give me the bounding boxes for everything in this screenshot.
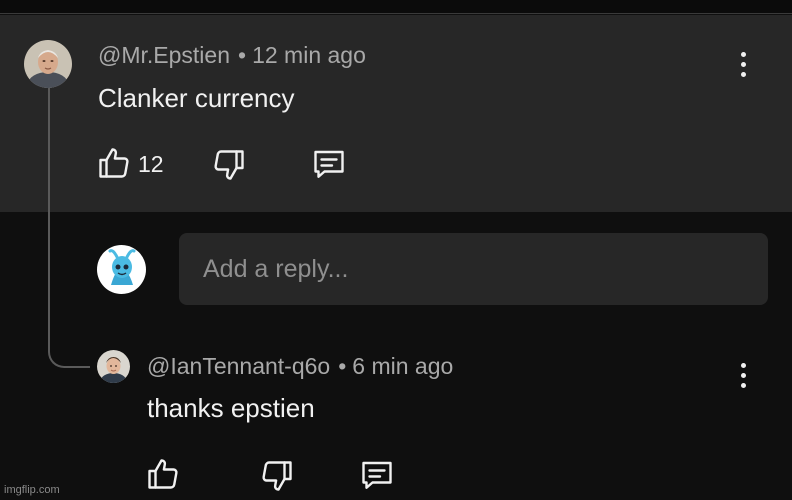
reply-reply-button[interactable] xyxy=(359,457,395,498)
comment-like-count: 12 xyxy=(138,151,164,177)
reply-like-button[interactable] xyxy=(145,456,181,497)
more-vert-icon xyxy=(740,51,746,57)
thumbs-up-icon xyxy=(99,148,129,178)
thumbs-down-icon xyxy=(262,461,292,491)
reply-author[interactable]: @IanTennant-q6o xyxy=(147,353,330,379)
watermark: imgflip.com xyxy=(4,484,60,496)
comment-more-button[interactable] xyxy=(733,47,753,81)
current-user-avatar xyxy=(97,245,146,294)
reply-more-button[interactable] xyxy=(733,358,753,392)
thumbs-down-icon xyxy=(214,150,244,180)
top-divider xyxy=(0,0,792,14)
more-vert-icon xyxy=(740,362,746,368)
reply-icon xyxy=(362,461,392,489)
meta-separator: • xyxy=(238,42,247,68)
comment-like-button[interactable] xyxy=(96,145,132,186)
comment-author[interactable]: @Mr.Epstien xyxy=(98,42,230,68)
meta-separator: • xyxy=(338,353,347,379)
comment-timestamp[interactable]: 12 min ago xyxy=(252,42,366,68)
reply-input-placeholder: Add a reply... xyxy=(203,254,349,283)
reply-icon xyxy=(314,150,344,178)
reply-input[interactable]: Add a reply... xyxy=(179,233,768,305)
comment-text: Clanker currency xyxy=(98,83,295,113)
reply-dislike-button[interactable] xyxy=(259,458,295,499)
thread-line xyxy=(48,88,50,350)
comment-dislike-button[interactable] xyxy=(211,147,247,188)
reply-meta: @IanTennant-q6o • 6 min ago xyxy=(147,353,453,380)
comment-meta: @Mr.Epstien • 12 min ago xyxy=(98,42,366,69)
thumbs-up-icon xyxy=(148,459,178,489)
replier-avatar[interactable] xyxy=(97,350,130,383)
reply-timestamp[interactable]: 6 min ago xyxy=(352,353,453,379)
thread-connector xyxy=(48,340,90,368)
reply-text: thanks epstien xyxy=(147,393,315,423)
comment-reply-button[interactable] xyxy=(311,146,347,187)
commenter-avatar[interactable] xyxy=(24,40,72,88)
